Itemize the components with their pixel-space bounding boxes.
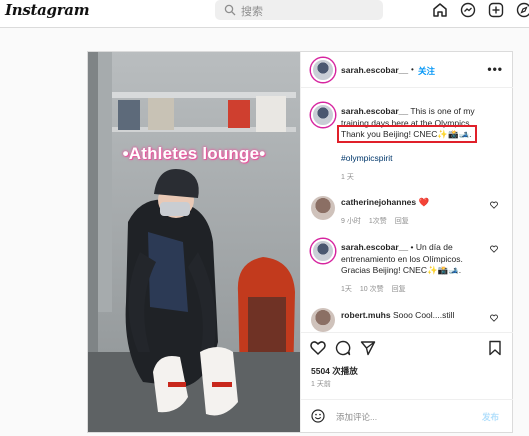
home-icon[interactable] <box>432 2 448 18</box>
comment-username[interactable]: catherinejohannes <box>341 197 416 207</box>
comment-bubble-icon[interactable] <box>335 340 351 356</box>
comment-time: 1天 <box>341 286 352 293</box>
comment-avatar[interactable] <box>311 239 335 263</box>
red-highlight-box <box>337 125 477 143</box>
comment-line-2: entrenamiento en los Olímpicos. <box>341 253 463 264</box>
comment-body: Sooo Cool....still <box>392 310 455 320</box>
search-box[interactable]: 搜索 <box>215 0 383 20</box>
post-media[interactable]: •Athletes lounge• <box>88 52 300 432</box>
author-username[interactable]: sarah.escobar__ <box>341 65 408 75</box>
comment-reply[interactable]: 回复 <box>392 286 406 293</box>
add-comment-bar: 添加评论... 发布 <box>301 399 513 433</box>
follow-button[interactable]: 关注 <box>418 65 435 77</box>
search-icon <box>224 4 236 16</box>
author-avatar[interactable] <box>311 58 335 82</box>
comment-meta: 1天 10 次赞 回复 <box>341 284 414 294</box>
new-post-icon[interactable] <box>488 2 504 18</box>
comment-meta: 9 小时 1次赞 回复 <box>341 216 417 226</box>
explore-icon[interactable] <box>516 2 529 18</box>
top-nav: Instagram 搜索 <box>0 0 529 28</box>
comment-likes[interactable]: 1次赞 <box>369 218 387 225</box>
caption-time: 1 天 <box>341 174 354 181</box>
athlete-photo <box>88 52 300 432</box>
separator-dot: • <box>411 65 414 74</box>
share-send-icon[interactable] <box>360 340 376 356</box>
like-comment-heart-icon[interactable] <box>490 314 498 322</box>
like-heart-icon[interactable] <box>310 340 326 356</box>
emoji-smile-icon[interactable] <box>311 409 325 423</box>
comment-text: sarah.escobar__ • Un día de entrenamient… <box>341 242 501 277</box>
comment-username[interactable]: sarah.escobar__ <box>341 242 408 252</box>
caption-line-1: This is one of my <box>410 106 475 116</box>
add-comment-input[interactable]: 添加评论... <box>336 411 377 423</box>
search-placeholder: 搜索 <box>241 6 263 18</box>
comment-username[interactable]: robert.muhs <box>341 310 391 320</box>
comment-likes[interactable]: 10 次赞 <box>360 286 384 293</box>
comment-line-1: • Un día de <box>410 242 453 252</box>
instagram-logo[interactable]: Instagram <box>5 1 90 19</box>
comment-reply[interactable]: 回复 <box>395 218 409 225</box>
caption-avatar[interactable] <box>311 103 335 127</box>
post-date: 1 天前 <box>311 381 331 388</box>
post-side-panel: sarah.escobar__ • 关注 ••• sarah.escobar__… <box>300 52 513 432</box>
messenger-icon[interactable] <box>460 2 476 18</box>
post-card: •Athletes lounge• sarah.escobar__ • 关注 •… <box>87 51 513 433</box>
like-comment-heart-icon[interactable] <box>490 245 498 253</box>
post-comment-button[interactable]: 发布 <box>482 411 499 423</box>
more-options-icon[interactable]: ••• <box>487 62 503 76</box>
caption-username[interactable]: sarah.escobar__ <box>341 106 408 116</box>
post-actions: 5504 次播放 1 天前 添加评论... 发布 <box>301 332 513 432</box>
comment-text: catherinejohannes ❤️ <box>341 197 429 209</box>
save-bookmark-icon[interactable] <box>487 340 503 356</box>
media-caption-overlay: •Athletes lounge• <box>122 144 266 163</box>
comment-line-3: Gracias Beijing! CNEC✨📸🎿. <box>341 265 462 275</box>
comment-time: 9 小时 <box>341 218 361 225</box>
like-comment-heart-icon[interactable] <box>490 201 498 209</box>
comment-avatar[interactable] <box>311 308 335 332</box>
comment-heart-emoji: ❤️ <box>418 197 430 207</box>
comment-text: robert.muhs Sooo Cool....still <box>341 310 454 322</box>
post-header: sarah.escobar__ • 关注 ••• <box>301 52 513 88</box>
hashtag-link[interactable]: #olympicspirit <box>341 153 393 163</box>
comment-avatar[interactable] <box>311 196 335 220</box>
play-count[interactable]: 5504 次播放 <box>311 365 358 377</box>
